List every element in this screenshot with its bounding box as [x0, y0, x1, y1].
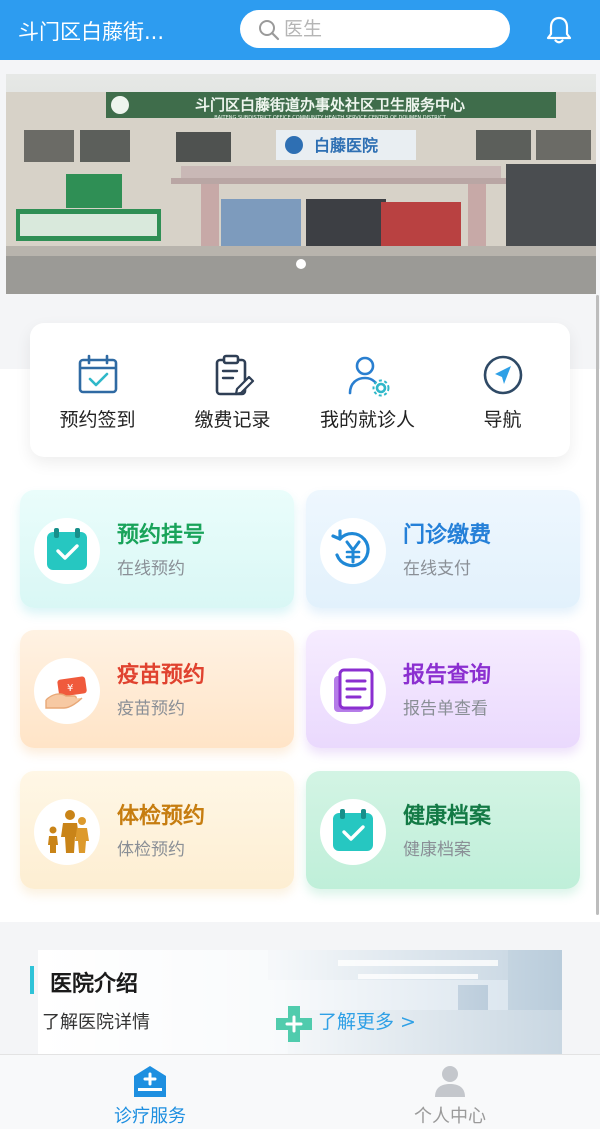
service-title: 预约挂号 [117, 523, 206, 548]
tab-label: 个人中心 [414, 1106, 486, 1127]
page-title[interactable]: 斗门区白藤街... [18, 16, 164, 46]
svg-text:¥: ¥ [67, 683, 73, 694]
service-card-outpatient-payment[interactable]: 门诊缴费 在线支付 [306, 490, 580, 608]
service-card-health-record[interactable]: 健康档案 健康档案 [306, 771, 580, 889]
quick-action-my-patients[interactable]: 我的就诊人 [300, 323, 435, 457]
calendar-check-icon [333, 809, 373, 851]
service-subtitle: 报告单查看 [403, 699, 488, 719]
bottom-tab-bar: 诊疗服务 个人中心 [0, 1054, 600, 1129]
service-subtitle: 健康档案 [403, 840, 471, 860]
section-accent-bar [30, 966, 34, 994]
quick-action-label: 导航 [483, 409, 522, 431]
quick-actions-card: 预约签到 缴费记录 我的就诊人 导航 [30, 323, 570, 457]
calendar-check-icon [47, 528, 87, 570]
hospital-intro-subtitle: 了解医院详情 [42, 1012, 150, 1033]
hospital-photo: 斗门区白藤街道办事处社区卫生服务中心 BAITENG SUBDISTRICT O… [6, 74, 596, 294]
family-icon [48, 810, 89, 853]
tab-personal-center[interactable]: 个人中心 [300, 1055, 600, 1129]
app-header: 斗门区白藤街... [0, 0, 600, 60]
hand-money-icon: ¥ [45, 676, 87, 709]
scrollbar[interactable] [596, 295, 599, 915]
clipboard-edit-icon [215, 354, 255, 396]
service-title: 体检预约 [117, 804, 206, 829]
service-icon-bg: ¥ [34, 658, 100, 724]
tab-label: 诊疗服务 [114, 1106, 186, 1127]
service-card-appointment[interactable]: 预约挂号 在线预约 [20, 490, 294, 608]
compass-icon [483, 355, 523, 395]
report-doc-icon [334, 668, 374, 712]
banner-carousel[interactable]: 斗门区白藤街道办事处社区卫生服务中心 BAITENG SUBDISTRICT O… [6, 74, 596, 294]
search-input[interactable] [284, 16, 494, 42]
person-icon [435, 1066, 465, 1097]
user-gear-icon [348, 356, 390, 397]
banner-sign-text: 斗门区白藤街道办事处社区卫生服务中心 [195, 96, 465, 114]
quick-action-navigation[interactable]: 导航 [435, 323, 570, 457]
service-card-vaccine[interactable]: ¥ 疫苗预约 疫苗预约 [20, 630, 294, 748]
search-icon [259, 20, 280, 41]
calendar-check-icon [78, 354, 118, 394]
hospital-intro-title: 医院介绍 [50, 972, 139, 997]
service-icon-bg [320, 518, 386, 584]
quick-action-payment-records[interactable]: 缴费记录 [165, 323, 300, 457]
service-subtitle: 疫苗预约 [117, 699, 185, 719]
plus-cross-icon [276, 1006, 312, 1042]
service-icon-bg [320, 658, 386, 724]
service-title: 报告查询 [403, 663, 492, 688]
banner-sign-en: BAITENG SUBDISTRICT OFFICE COMMUNITY HEA… [214, 115, 446, 121]
quick-action-label: 预约签到 [59, 409, 136, 431]
hospital-icon [134, 1066, 166, 1097]
service-card-physical-exam[interactable]: 体检预约 体检预约 [20, 771, 294, 889]
service-card-report[interactable]: 报告查询 报告单查看 [306, 630, 580, 748]
service-subtitle: 体检预约 [117, 840, 185, 860]
service-icon-bg [34, 799, 100, 865]
quick-action-checkin[interactable]: 预约签到 [30, 323, 165, 457]
service-icon-bg [34, 518, 100, 584]
service-title: 健康档案 [403, 804, 492, 829]
service-subtitle: 在线支付 [403, 559, 471, 579]
quick-action-label: 我的就诊人 [319, 409, 415, 431]
tab-medical-services[interactable]: 诊疗服务 [0, 1055, 300, 1129]
search-box[interactable] [240, 10, 510, 48]
bell-icon[interactable] [544, 15, 574, 45]
service-subtitle: 在线预约 [117, 559, 185, 579]
learn-more-text: 了解更多 > [318, 1011, 416, 1033]
quick-action-label: 缴费记录 [194, 409, 271, 431]
yen-refresh-icon [331, 529, 370, 568]
service-title: 门诊缴费 [403, 523, 492, 548]
service-title: 疫苗预约 [117, 663, 206, 688]
service-icon-bg [320, 799, 386, 865]
banner-hospital-sign: 白藤医院 [314, 136, 378, 155]
